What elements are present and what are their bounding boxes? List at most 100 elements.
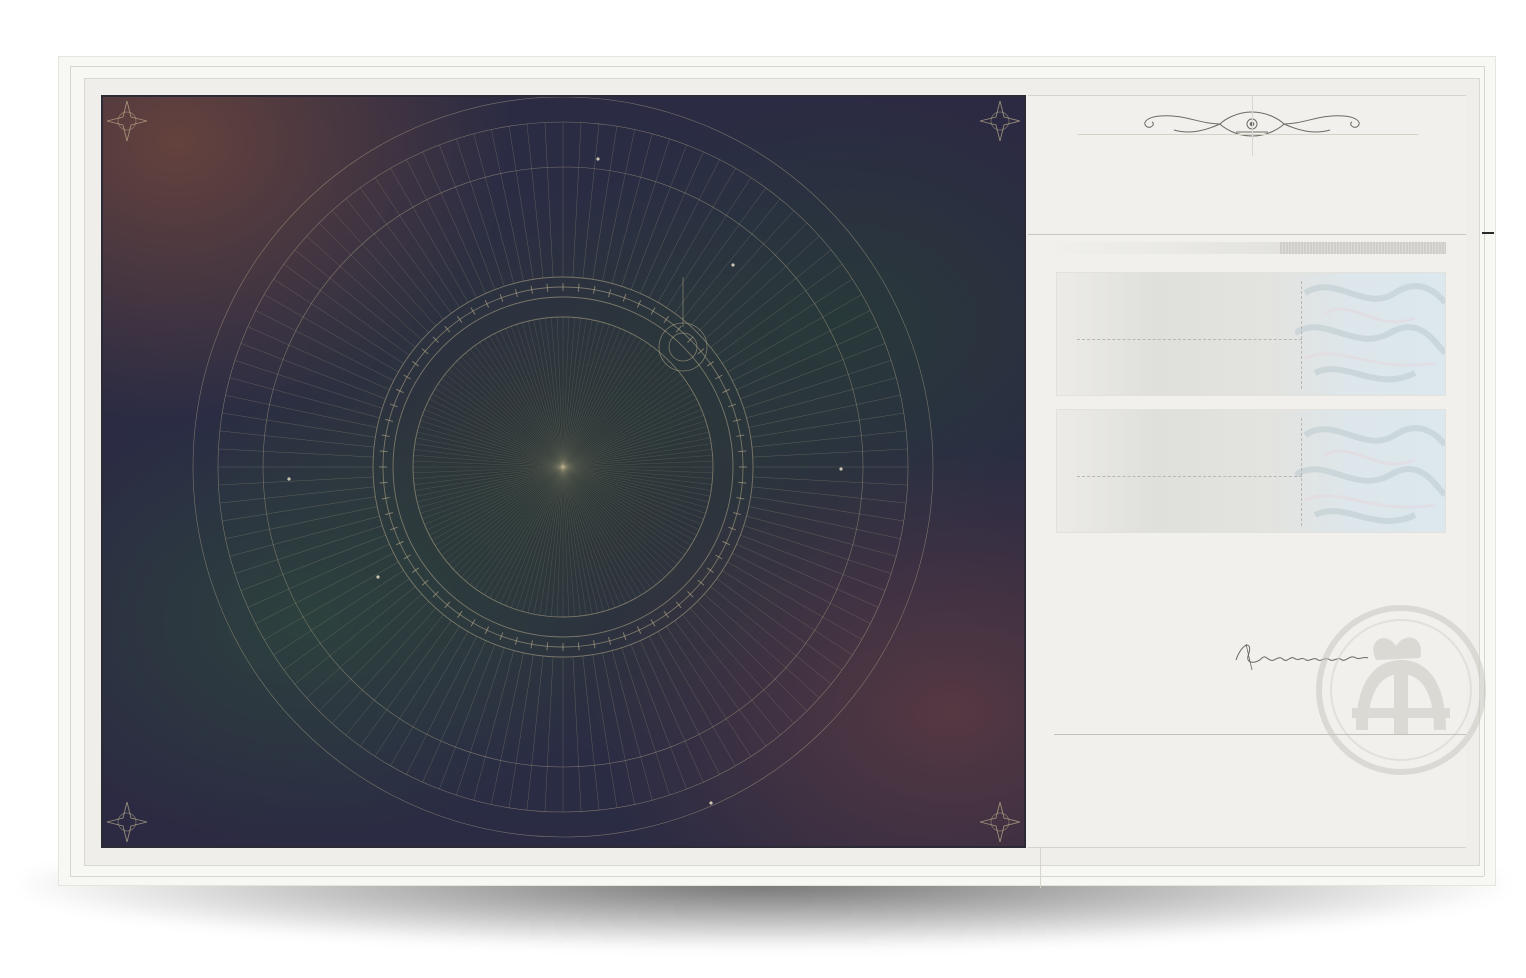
dial-ray — [562, 466, 604, 612]
dial-spoke — [657, 168, 736, 303]
dial-ray — [562, 398, 697, 468]
dial-spoke — [264, 561, 399, 640]
dial-spoke — [247, 326, 390, 390]
dial-spoke — [611, 133, 653, 284]
dial-spoke — [740, 534, 886, 591]
dial-spoke — [752, 448, 908, 458]
dial-ray — [562, 455, 713, 468]
dial-ray — [456, 466, 564, 574]
dial-spoke — [439, 644, 496, 790]
dial-ray — [562, 443, 712, 468]
dial-tick — [636, 626, 642, 634]
dial-ray — [562, 431, 709, 468]
dial-ray — [522, 466, 564, 612]
side-panel — [1028, 95, 1486, 848]
dial-ray — [562, 360, 670, 468]
dial-spoke — [229, 377, 380, 419]
dial-spoke — [473, 650, 515, 801]
dial-ray — [562, 388, 692, 468]
dial-spoke — [697, 601, 808, 712]
dial-tick — [706, 361, 715, 367]
dial-spoke — [736, 326, 879, 390]
dial-tick — [421, 579, 429, 586]
dial-spoke — [331, 608, 437, 724]
dial-spoke — [218, 476, 374, 486]
dial-tick — [546, 642, 549, 651]
dial-ray — [522, 322, 564, 468]
dial-ray — [422, 414, 564, 468]
dial-ray — [551, 317, 564, 468]
dial-spoke — [602, 652, 635, 805]
astrolabe-dial — [106, 97, 1021, 843]
dial-spoke — [345, 198, 444, 320]
star-dot — [596, 157, 600, 161]
dial-spoke — [666, 626, 752, 757]
dial-spoke — [710, 586, 832, 685]
dial-ray — [426, 404, 564, 468]
dial-tick — [715, 554, 723, 560]
dial-spoke — [621, 647, 670, 796]
dial-ray — [469, 349, 564, 468]
dial-tick — [650, 619, 656, 627]
header-rule — [1078, 134, 1418, 135]
dial-tick — [470, 619, 476, 627]
dial-spoke — [247, 544, 390, 608]
dial-ray — [500, 330, 564, 468]
dial-spoke — [716, 578, 843, 670]
dial-ray — [465, 352, 564, 468]
dial-spoke — [657, 631, 736, 766]
dial-ray — [562, 466, 709, 503]
dial-spoke — [306, 593, 422, 699]
option-card-2[interactable] — [1056, 409, 1446, 533]
dial-tick — [636, 300, 642, 308]
dial-tick — [411, 361, 420, 367]
dial-ray — [562, 466, 637, 598]
dial-spoke — [732, 310, 871, 381]
dial-ray — [562, 466, 632, 601]
dial-spoke — [674, 187, 766, 314]
dial-ray — [527, 321, 564, 468]
dial-spoke — [748, 395, 901, 428]
dial-spoke — [640, 151, 704, 294]
dial-spoke — [674, 620, 766, 747]
dial-ray — [562, 460, 713, 468]
dial-spoke — [689, 608, 795, 724]
dial-spoke — [743, 360, 892, 409]
dial-spoke — [746, 377, 897, 419]
dial-tick — [577, 283, 580, 292]
dial-spoke — [743, 525, 892, 574]
dial-ray — [562, 466, 657, 585]
dial-spoke — [666, 177, 752, 308]
dial-spoke — [390, 168, 469, 303]
frame-guide-top — [70, 66, 1484, 67]
dial-ray — [562, 466, 708, 508]
dial-ray — [484, 338, 564, 468]
progress-fill — [1280, 242, 1446, 254]
dial-tick — [444, 325, 451, 333]
option-card-1[interactable] — [1056, 272, 1446, 396]
dial-tick — [444, 601, 451, 609]
dial-ray — [562, 466, 616, 608]
dial-spoke — [374, 626, 460, 757]
dial-spoke — [630, 644, 687, 790]
dial-ray — [562, 317, 570, 468]
star-dot — [731, 263, 735, 267]
dial-spoke — [218, 448, 374, 458]
dial-spoke — [318, 601, 429, 712]
dial-ray — [562, 426, 708, 468]
dial-ray — [562, 369, 678, 468]
dial-spoke — [727, 561, 862, 640]
compass-star-icon — [979, 100, 1021, 142]
dial-ray — [434, 388, 564, 468]
dial-spoke — [704, 235, 820, 341]
dial-tick — [650, 307, 656, 315]
edge-marker — [1482, 232, 1494, 234]
dial-spoke — [283, 264, 410, 356]
dial-spoke — [544, 122, 554, 278]
dial-ray — [414, 466, 564, 491]
dial-ray — [432, 393, 564, 468]
dial-spoke — [406, 159, 477, 298]
dial-spoke — [689, 210, 795, 326]
dial-ray — [556, 466, 564, 617]
dial-spoke — [390, 631, 469, 766]
